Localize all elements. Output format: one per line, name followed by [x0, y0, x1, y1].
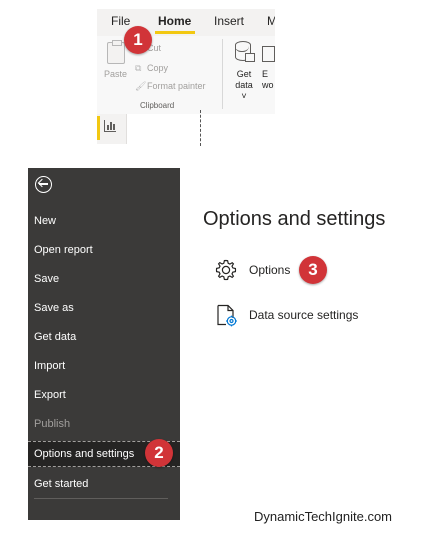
tab-insert[interactable]: Insert [214, 14, 244, 28]
menu-item-publish: Publish [34, 418, 71, 430]
get-data-label: Get data ˅ [235, 69, 253, 101]
menu-item-new[interactable]: New [28, 209, 180, 233]
excel-workbook-label: Ewo [262, 69, 274, 90]
brush-icon: 🖌 [135, 81, 147, 91]
table-icon [245, 53, 255, 62]
options-label: Options [249, 263, 291, 277]
format-painter-button[interactable]: 🖌Format painter [135, 81, 206, 92]
menu-item-save[interactable]: Save [28, 267, 180, 291]
copy-button[interactable]: ⧉ Copy [135, 63, 168, 74]
canvas-border [200, 110, 201, 146]
menu-item-open-report[interactable]: Open report [28, 238, 180, 262]
ribbon-home-panel: Paste ✂Cut ⧉Copy 🖌Format painter Clipboa… [97, 36, 275, 114]
view-switcher [97, 114, 127, 144]
copy-icon: ⧉ [135, 63, 142, 73]
tab-file[interactable]: File [111, 14, 130, 28]
paste-icon [107, 40, 125, 64]
watermark-text: DynamicTechIgnite.com [254, 509, 392, 524]
paste-label: Paste [104, 69, 128, 79]
menu-item-get-started[interactable]: Get started [28, 472, 180, 496]
gear-icon [215, 259, 237, 281]
report-view-icon[interactable] [104, 120, 116, 132]
step-badge-1: 1 [124, 26, 152, 54]
tab-modeling[interactable]: M [267, 14, 275, 28]
menu-item-import[interactable]: Import [28, 354, 180, 378]
back-arrow-icon[interactable] [35, 176, 52, 193]
menu-item-save-as[interactable]: Save as [28, 296, 180, 320]
page-title: Options and settings [203, 208, 386, 230]
data-source-settings-label: Data source settings [249, 308, 359, 322]
format-painter-label: Format painter [147, 81, 206, 91]
menu-item-export[interactable]: Export [28, 383, 180, 407]
tab-home[interactable]: Home [158, 14, 191, 28]
active-tab-indicator [155, 31, 195, 34]
active-view-indicator [97, 116, 100, 140]
ribbon-tabs: File Home Insert M [97, 9, 275, 35]
ribbon: File Home Insert M Paste ✂Cut ⧉Copy 🖌For… [97, 9, 275, 114]
clipboard-group-label: Clipboard [140, 101, 175, 110]
excel-icon [262, 46, 275, 62]
data-source-settings-icon [217, 304, 237, 327]
options-button[interactable]: Options [214, 258, 304, 284]
menu-item-get-data[interactable]: Get data [28, 325, 180, 349]
group-divider [222, 39, 223, 109]
chevron-down-icon: ˅ [241, 91, 247, 101]
step-badge-2: 2 [145, 439, 173, 467]
step-badge-3: 3 [299, 256, 327, 284]
menu-divider [34, 498, 168, 499]
data-source-settings-button[interactable]: Data source settings [214, 303, 374, 329]
copy-label: Copy [147, 63, 169, 73]
file-backstage-menu: New Open report Save Save as Get data Im… [28, 168, 180, 520]
